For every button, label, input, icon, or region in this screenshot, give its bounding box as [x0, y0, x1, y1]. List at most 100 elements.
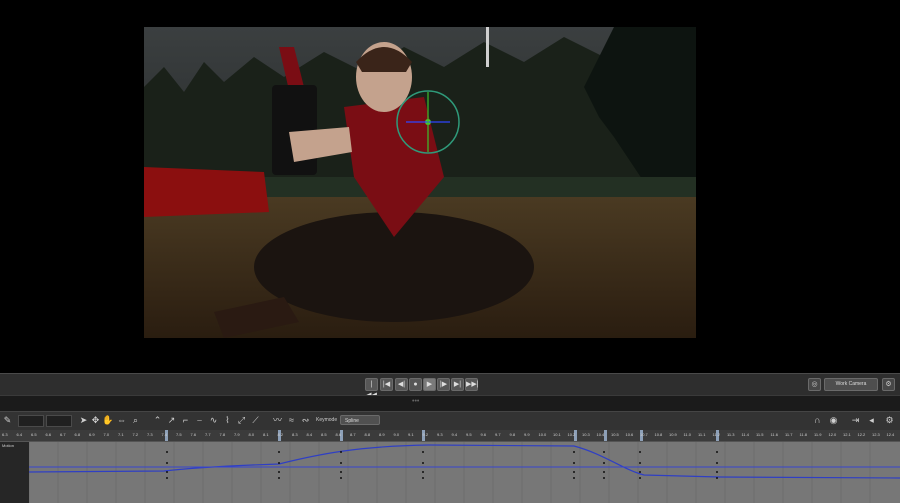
keyframe-point	[603, 462, 605, 464]
time-tick-label: 10.8	[654, 432, 663, 437]
value-field[interactable]	[46, 415, 72, 427]
time-tick-label: 10.2	[567, 432, 576, 437]
next-key-button[interactable]: |▶	[437, 378, 450, 391]
time-tick-label: 11.8	[799, 432, 808, 437]
break-tangent-icon[interactable]: ⌇	[222, 415, 233, 426]
skip-end-button[interactable]: ▶▶|	[465, 378, 479, 391]
time-tick-label: 7.9	[234, 432, 240, 437]
time-tick-label: 8.0	[248, 432, 255, 437]
keyframe-point	[573, 451, 575, 453]
keyframe-point	[166, 462, 168, 464]
snap-icon[interactable]: ◉	[828, 415, 839, 426]
keyframe-point	[278, 462, 280, 464]
keyframe-point	[573, 471, 575, 473]
curve-icon[interactable]: 〰	[272, 415, 283, 426]
time-tick-label: 8.5	[321, 432, 327, 437]
keyframe-point	[166, 477, 168, 479]
keyframe-point	[422, 451, 424, 453]
linear-tangent-icon[interactable]: ↗	[166, 415, 177, 426]
keyframe-point	[603, 471, 605, 473]
time-tick-label: 9.5	[466, 432, 472, 437]
hand-icon[interactable]: ✋	[102, 415, 113, 426]
time-tick-label: 6.6	[45, 432, 52, 437]
toolbar-gear-icon[interactable]: ⚙	[884, 415, 895, 426]
keyframe-point	[278, 451, 280, 453]
time-tick-label: 12.3	[872, 432, 880, 437]
zoom-icon[interactable]: ⌕	[130, 415, 141, 426]
frame-all-icon[interactable]: ⇥	[850, 415, 861, 426]
time-tick-label: 11.0	[683, 432, 692, 437]
time-tick-label: 12.4	[886, 432, 895, 437]
keyframe-point	[716, 462, 718, 464]
time-ruler[interactable]: 6.3 6.4 6.5 6.6 6.7 6.8 6.9 7.0 7.1 7.2 7.3 7.4 7.5 7…	[0, 430, 900, 442]
gear-icon[interactable]: ⚙	[882, 378, 895, 391]
time-tick-label: 7.1	[118, 432, 124, 437]
panel-divider[interactable]: •••	[0, 395, 900, 411]
step-tangent-icon[interactable]: ⌐	[180, 415, 191, 426]
record-button[interactable]: ●	[409, 378, 422, 391]
select-icon[interactable]: ➤	[78, 415, 89, 426]
red-sign	[144, 167, 269, 217]
keyframe-point	[639, 471, 641, 473]
step-back-button[interactable]: |◀	[380, 378, 393, 391]
keyframe-point	[422, 471, 424, 473]
weighted-tangent-icon[interactable]: ⟋	[250, 415, 261, 426]
camera-icon[interactable]: ◎	[808, 378, 821, 391]
spline-tangent-icon[interactable]: ⌃	[152, 415, 163, 426]
playback-bar: |◀◀ |◀ ◀| ● ▶ |▶ ▶| ▶▶| ◎ Work Camera ⚙	[0, 373, 900, 399]
auto-tangent-icon[interactable]: ∿	[208, 415, 219, 426]
smooth-curve-icon[interactable]: ≈	[286, 415, 297, 426]
keyframe-point	[639, 477, 641, 479]
channel-panel-title: Motion	[2, 443, 15, 448]
keyframe-point	[422, 462, 424, 464]
move-icon[interactable]: ✥	[90, 415, 101, 426]
time-tick-label: 6.4	[16, 432, 23, 437]
keyframe-point	[573, 477, 575, 479]
keyframe-point	[340, 462, 342, 464]
pencil-icon[interactable]: ✎	[2, 415, 13, 426]
step-forward-button[interactable]: ▶|	[451, 378, 464, 391]
time-tick-label: 9.2	[422, 432, 429, 437]
time-field[interactable]	[18, 415, 44, 427]
flat-tangent-icon[interactable]: ⎯	[194, 415, 205, 426]
time-tick-label: 12.1	[843, 432, 851, 437]
skip-start-button[interactable]: |◀◀	[365, 378, 378, 399]
time-tick-label: 11.3	[727, 432, 735, 437]
keyframe-point	[340, 477, 342, 479]
keyframe-point	[639, 462, 641, 464]
magnet-icon[interactable]: ∩	[812, 415, 823, 426]
time-tick-label: 10.4	[596, 432, 605, 437]
graph-editor[interactable]	[29, 442, 900, 503]
time-tick-label: 7.0	[103, 432, 110, 437]
time-tick-label: 10.0	[538, 432, 547, 437]
time-tick-label: 7.7	[205, 432, 211, 437]
audio-icon[interactable]: ◂	[866, 415, 877, 426]
prev-key-button[interactable]: ◀|	[395, 378, 408, 391]
unify-tangent-icon[interactable]: ⤢	[236, 415, 247, 426]
keyframe-mode-label: Keymode	[316, 417, 338, 423]
camera-select[interactable]: Work Camera	[824, 378, 878, 391]
viewport[interactable]	[0, 0, 900, 373]
keyframe-mode-select[interactable]: Spline	[340, 415, 380, 425]
play-button[interactable]: ▶	[423, 378, 436, 391]
scene-render[interactable]	[144, 27, 696, 338]
keyframe-point	[716, 477, 718, 479]
time-tick-label: 9.3	[437, 432, 443, 437]
time-tick-label: 8.4	[306, 432, 313, 437]
ruler-key-marker	[604, 430, 607, 441]
time-tick-label: 8.2	[277, 432, 284, 437]
channel-panel[interactable]: Motion	[0, 442, 30, 503]
time-tick-label: 9.8	[509, 432, 516, 437]
loop-curve-icon[interactable]: ∾	[300, 415, 311, 426]
time-tick-label: 7.4	[161, 432, 168, 437]
time-tick-label: 6.8	[74, 432, 81, 437]
time-tick-label: 9.0	[393, 432, 400, 437]
time-tick-label: 11.1	[698, 432, 706, 437]
time-tick-label: 10.6	[625, 432, 634, 437]
time-tick-label: 9.7	[495, 432, 501, 437]
time-tick-label: 11.7	[785, 432, 793, 437]
scale-icon[interactable]: ⇔	[116, 415, 127, 426]
resize-grip-icon[interactable]: •••	[412, 398, 419, 405]
keyframe-point	[166, 471, 168, 473]
time-tick-label: 7.5	[176, 432, 182, 437]
